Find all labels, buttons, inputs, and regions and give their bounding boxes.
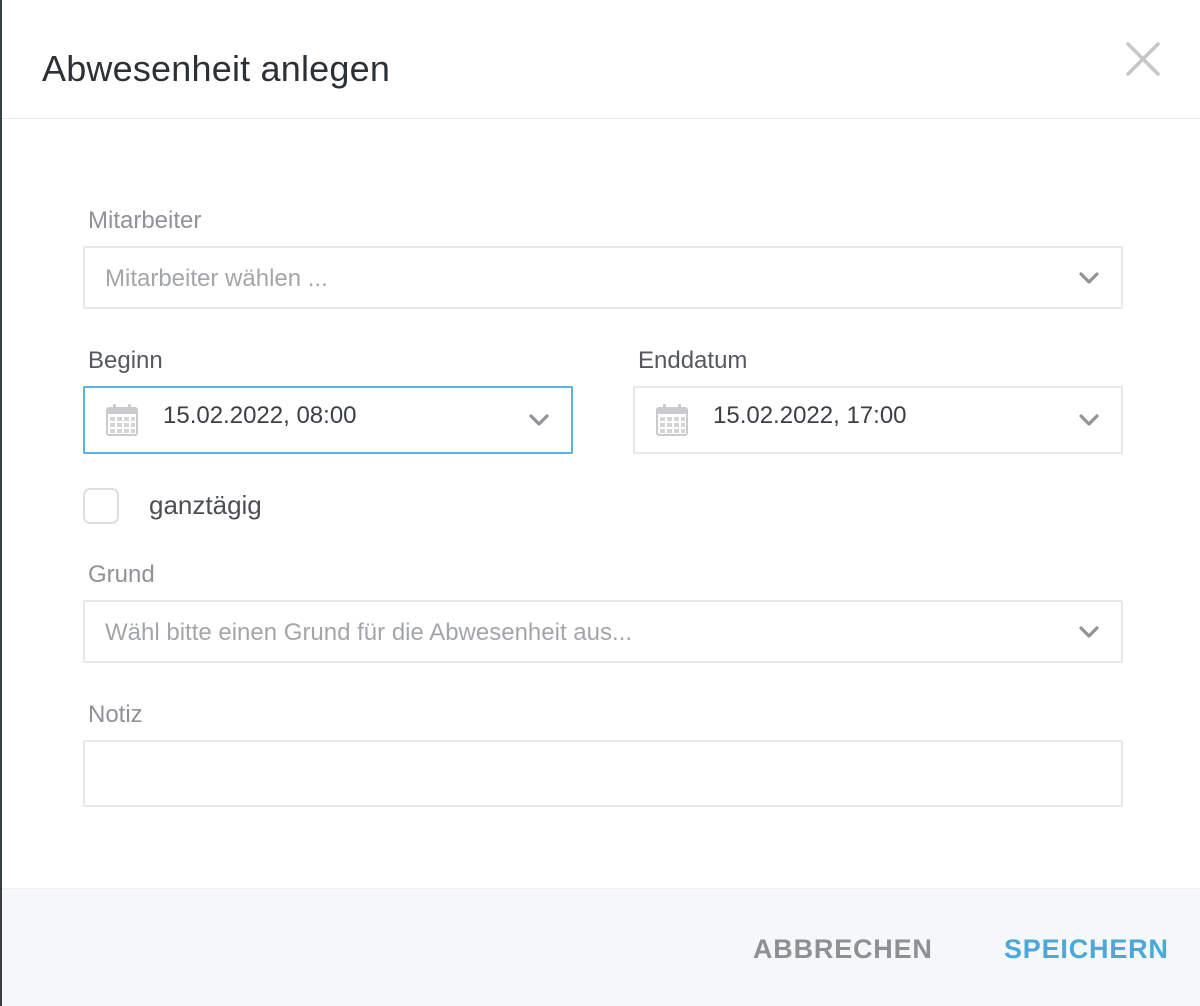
cancel-button[interactable]: ABBRECHEN bbox=[753, 934, 933, 965]
end-label: Enddatum bbox=[638, 347, 748, 374]
absence-dialog: Abwesenheit anlegen Mitarbeiter Mitarbei… bbox=[0, 0, 1200, 1006]
chevron-down-icon bbox=[1079, 414, 1099, 426]
end-value: 15.02.2022, 17:00 bbox=[713, 402, 907, 429]
all-day-checkbox[interactable] bbox=[83, 488, 119, 524]
dialog-footer: ABBRECHEN SPEICHERN bbox=[2, 888, 1200, 1006]
calendar-icon bbox=[656, 404, 688, 436]
all-day-label[interactable]: ganztägig bbox=[149, 490, 262, 521]
reason-placeholder: Wähl bitte einen Grund für die Abwesenhe… bbox=[105, 619, 632, 646]
start-value: 15.02.2022, 08:00 bbox=[163, 402, 357, 429]
end-datetime-picker[interactable]: 15.02.2022, 17:00 bbox=[633, 386, 1123, 454]
close-icon[interactable] bbox=[1122, 38, 1164, 80]
chevron-down-icon bbox=[1079, 626, 1099, 638]
save-button[interactable]: SPEICHERN bbox=[1004, 934, 1169, 965]
calendar-icon bbox=[106, 404, 138, 436]
dialog-header: Abwesenheit anlegen bbox=[2, 0, 1200, 119]
employee-label: Mitarbeiter bbox=[88, 207, 202, 234]
note-label: Notiz bbox=[88, 701, 143, 728]
reason-select[interactable]: Wähl bitte einen Grund für die Abwesenhe… bbox=[83, 600, 1123, 663]
start-datetime-picker[interactable]: 15.02.2022, 08:00 bbox=[83, 386, 573, 454]
chevron-down-icon bbox=[529, 414, 549, 426]
reason-label: Grund bbox=[88, 561, 155, 588]
note-input[interactable] bbox=[83, 740, 1123, 807]
chevron-down-icon bbox=[1079, 272, 1099, 284]
start-label: Beginn bbox=[88, 347, 163, 374]
dialog-title: Abwesenheit anlegen bbox=[42, 48, 391, 89]
employee-select[interactable]: Mitarbeiter wählen ... bbox=[83, 246, 1123, 309]
employee-placeholder: Mitarbeiter wählen ... bbox=[105, 265, 328, 292]
